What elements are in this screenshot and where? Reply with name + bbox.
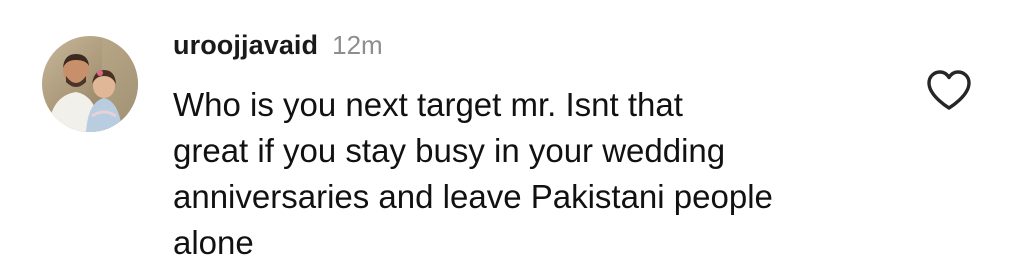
username-link[interactable]: uroojjavaid	[173, 30, 318, 61]
heart-outline-icon	[927, 70, 971, 110]
like-button[interactable]	[925, 68, 973, 112]
avatar-photo	[42, 36, 138, 132]
comment-text-line: Who is you next target mr. Isnt that	[173, 86, 683, 123]
user-avatar[interactable]	[42, 36, 138, 132]
comment-text: Who is you next target mr. Isnt that gre…	[173, 82, 893, 266]
comment-text-line: alone	[173, 224, 254, 261]
comment-header: uroojjavaid 12m	[173, 30, 383, 70]
comment-text-line: great if you stay busy in your wedding	[173, 132, 726, 169]
timestamp: 12m	[332, 30, 383, 60]
comment-item: uroojjavaid 12m Who is you next target m…	[0, 0, 1024, 271]
comment-text-line: anniversaries and leave Pakistani people	[173, 178, 773, 215]
